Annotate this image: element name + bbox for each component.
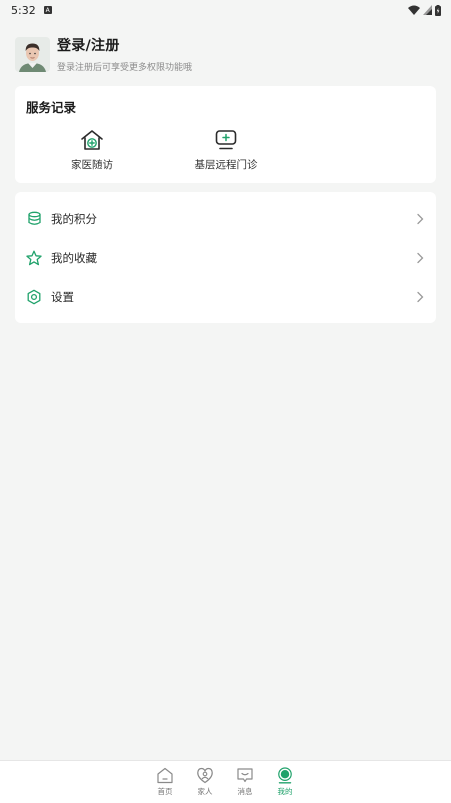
service-records-card: 服务记录 家医随访 基层远程门诊 bbox=[15, 86, 436, 183]
menu-item-label: 我的收藏 bbox=[51, 250, 97, 265]
tab-messages[interactable]: 消息 bbox=[229, 767, 261, 797]
notification-badge-icon: A bbox=[43, 6, 52, 14]
profile-icon bbox=[278, 767, 292, 784]
star-icon bbox=[26, 250, 42, 266]
avatar-person-icon bbox=[15, 36, 50, 72]
chevron-right-icon bbox=[417, 252, 424, 263]
bottom-tab-bar: 首页 家人 消息 我的 bbox=[0, 760, 451, 803]
battery-icon bbox=[435, 4, 441, 16]
home-icon bbox=[157, 767, 173, 784]
profile-text: 登录/注册 登录注册后可享受更多权限功能哦 bbox=[57, 35, 192, 73]
tab-label: 首页 bbox=[157, 787, 173, 796]
login-register-subtitle: 登录注册后可享受更多权限功能哦 bbox=[57, 63, 193, 73]
status-right bbox=[408, 4, 441, 16]
tab-label: 我的 bbox=[277, 787, 293, 796]
menu-item-settings[interactable]: 设置 bbox=[15, 277, 436, 316]
service-item-remote-clinic[interactable]: 基层远程门诊 bbox=[166, 129, 286, 172]
chevron-right-icon bbox=[417, 291, 424, 302]
settings-icon bbox=[26, 289, 42, 305]
tab-label: 消息 bbox=[237, 787, 253, 796]
service-item-label: 基层远程门诊 bbox=[194, 159, 258, 171]
status-time: 5:32 bbox=[11, 3, 36, 17]
menu-item-my-points[interactable]: 我的积分 bbox=[15, 199, 436, 238]
tab-home[interactable]: 首页 bbox=[149, 767, 181, 797]
avatar[interactable] bbox=[15, 36, 50, 72]
menu-item-label: 设置 bbox=[51, 289, 74, 304]
login-profile-header[interactable]: 登录/注册 登录注册后可享受更多权限功能哦 bbox=[15, 34, 435, 74]
menu-card: 我的积分 我的收藏 设置 bbox=[15, 192, 436, 323]
status-left: 5:32 A bbox=[11, 4, 52, 17]
menu-item-my-favorites[interactable]: 我的收藏 bbox=[15, 238, 436, 277]
service-item-family-doctor-followup[interactable]: 家医随访 bbox=[32, 129, 152, 172]
tab-family[interactable]: 家人 bbox=[189, 767, 221, 797]
tab-label: 家人 bbox=[197, 787, 213, 796]
coins-icon bbox=[26, 211, 42, 227]
message-icon bbox=[237, 768, 253, 783]
status-bar: 5:32 A bbox=[0, 0, 451, 20]
signal-icon bbox=[423, 5, 432, 15]
tab-my-profile[interactable]: 我的 bbox=[269, 767, 301, 797]
service-records-title: 服务记录 bbox=[26, 100, 77, 115]
house-plus-icon bbox=[81, 130, 103, 150]
menu-item-label: 我的积分 bbox=[51, 211, 97, 226]
family-icon bbox=[197, 767, 213, 784]
service-item-label: 家医随访 bbox=[71, 159, 113, 171]
login-register-title[interactable]: 登录/注册 bbox=[57, 35, 192, 55]
monitor-plus-icon bbox=[215, 130, 237, 150]
wifi-icon bbox=[408, 5, 420, 15]
chevron-right-icon bbox=[417, 213, 424, 224]
